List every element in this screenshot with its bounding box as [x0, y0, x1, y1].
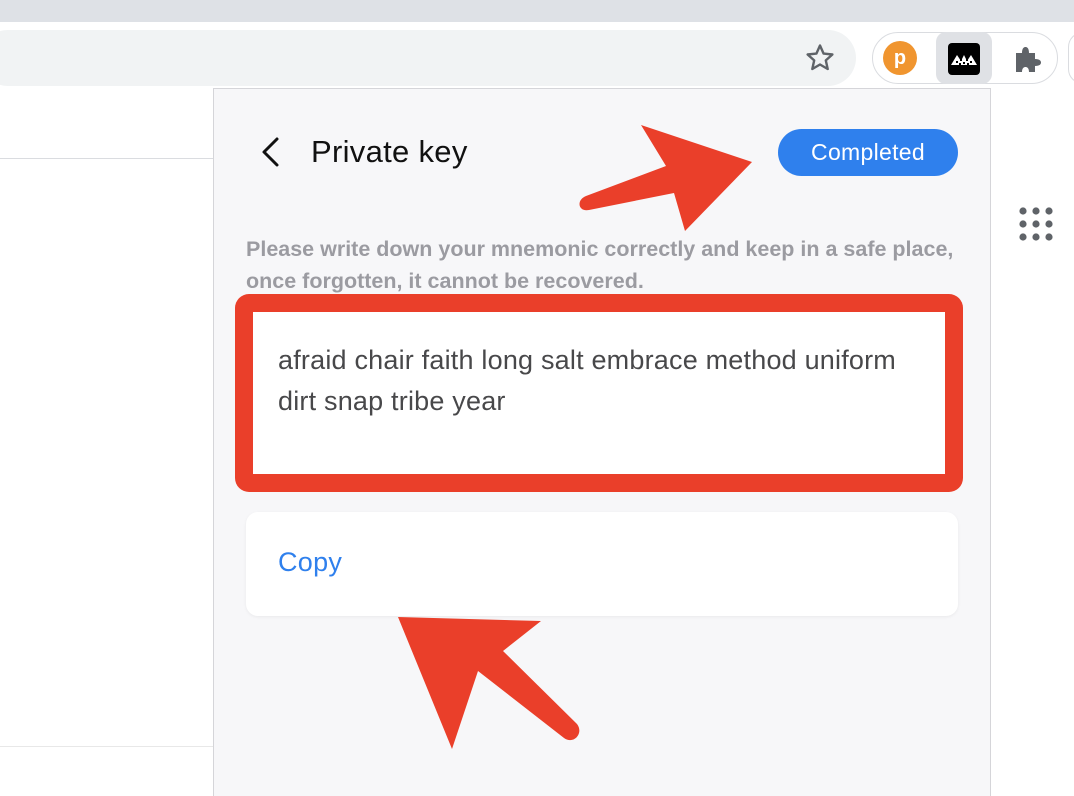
bookmark-star-icon[interactable] — [804, 42, 836, 74]
page-divider-bottom — [0, 746, 214, 747]
backup-notice: Please write down your mnemonic correctl… — [246, 237, 954, 293]
completed-button[interactable]: Completed — [778, 129, 958, 176]
puzzle-extensions-icon[interactable] — [1010, 42, 1044, 76]
wallet-extension-icon[interactable] — [948, 43, 980, 75]
back-chevron-icon[interactable] — [256, 134, 288, 170]
apps-grid-icon[interactable] — [1018, 206, 1054, 242]
mnemonic-text: afraid chair faith long salt embrace met… — [253, 312, 945, 474]
wallet-logo-icon — [951, 55, 977, 65]
polkadot-letter: p — [893, 46, 907, 69]
profile-button[interactable] — [1068, 32, 1074, 84]
page-divider — [0, 158, 214, 159]
page-title: Private key — [311, 134, 468, 169]
tab-strip — [0, 0, 1074, 22]
polkadot-extension-icon[interactable]: p — [883, 41, 917, 75]
address-bar[interactable] — [0, 30, 856, 86]
copy-button[interactable]: Copy — [278, 544, 342, 580]
copy-card[interactable] — [246, 512, 958, 616]
